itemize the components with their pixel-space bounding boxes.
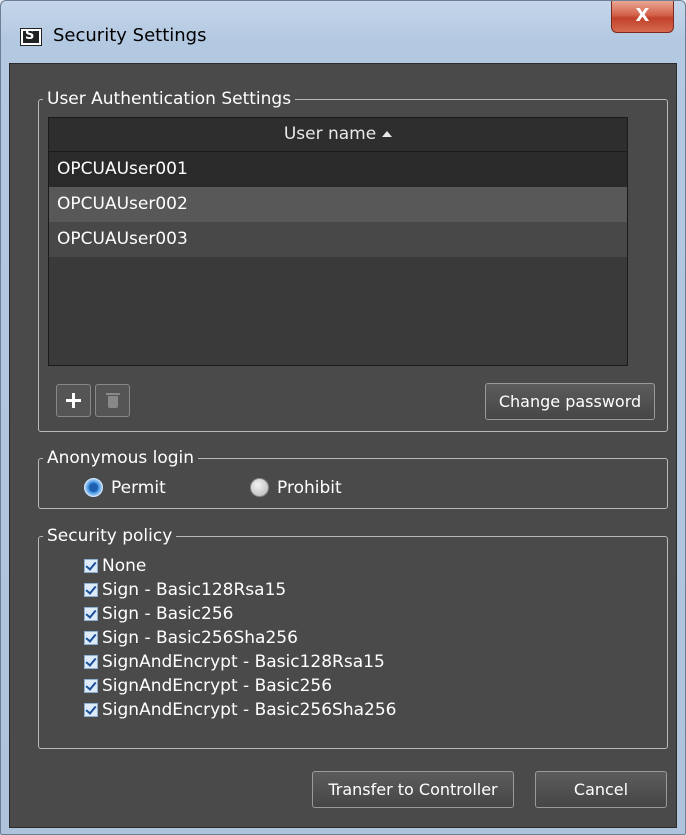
checkbox-checked-icon: [84, 583, 98, 597]
radio-permit-label: Permit: [111, 478, 166, 498]
user-rows: OPCUAUser001 OPCUAUser002 OPCUAUser003: [49, 152, 627, 257]
checkbox-checked-icon: [84, 655, 98, 669]
security-policy-label: Security policy: [47, 526, 173, 546]
table-row[interactable]: OPCUAUser001: [49, 152, 627, 187]
radio-permit[interactable]: Permit: [84, 476, 194, 500]
radio-prohibit[interactable]: Prohibit: [250, 476, 370, 500]
checkbox-label: Sign - Basic256Sha256: [102, 628, 298, 648]
table-row[interactable]: OPCUAUser003: [49, 222, 627, 257]
checkbox-checked-icon: [84, 631, 98, 645]
title-bar[interactable]: Security Settings X: [1, 1, 685, 63]
checkbox-label: SignAndEncrypt - Basic128Rsa15: [102, 652, 385, 672]
checkbox-checked-icon: [84, 703, 98, 717]
window-title: Security Settings: [53, 25, 207, 46]
checkbox-checked-icon: [84, 679, 98, 693]
column-header-label: User name: [283, 124, 377, 144]
change-password-button[interactable]: Change password: [485, 383, 655, 420]
checkbox-label: SignAndEncrypt - Basic256Sha256: [102, 700, 397, 720]
close-button[interactable]: X: [611, 1, 674, 33]
radio-unselected-icon: [250, 478, 269, 497]
anonymous-login-label: Anonymous login: [47, 448, 195, 468]
column-header-user-name[interactable]: User name: [49, 118, 627, 152]
checkbox-label: Sign - Basic256: [102, 604, 234, 624]
checkbox-label: None: [102, 556, 147, 576]
delete-user-button[interactable]: [95, 384, 130, 417]
radio-prohibit-label: Prohibit: [277, 478, 342, 498]
checkbox-checked-icon: [84, 607, 98, 621]
security-settings-window: Security Settings X User Authentication …: [0, 0, 686, 835]
cancel-button[interactable]: Cancel: [535, 771, 667, 808]
app-icon: [20, 28, 42, 46]
checkbox-label: SignAndEncrypt - Basic256: [102, 676, 333, 696]
user-table: User name OPCUAUser001 OPCUAUser002 OPCU…: [48, 117, 628, 366]
user-authentication-label: User Authentication Settings: [47, 89, 292, 109]
sort-ascending-icon: [382, 131, 393, 137]
close-icon: X: [635, 5, 650, 26]
checkbox-label: Sign - Basic128Rsa15: [102, 580, 287, 600]
transfer-to-controller-button[interactable]: Transfer to Controller: [312, 771, 514, 808]
trash-icon: [106, 393, 120, 395]
checkbox-checked-icon: [84, 559, 98, 573]
dialog-body: User Authentication Settings User name O…: [9, 63, 677, 828]
table-row[interactable]: OPCUAUser002: [49, 187, 627, 222]
radio-selected-icon: [84, 478, 103, 497]
add-user-button[interactable]: [56, 384, 91, 417]
